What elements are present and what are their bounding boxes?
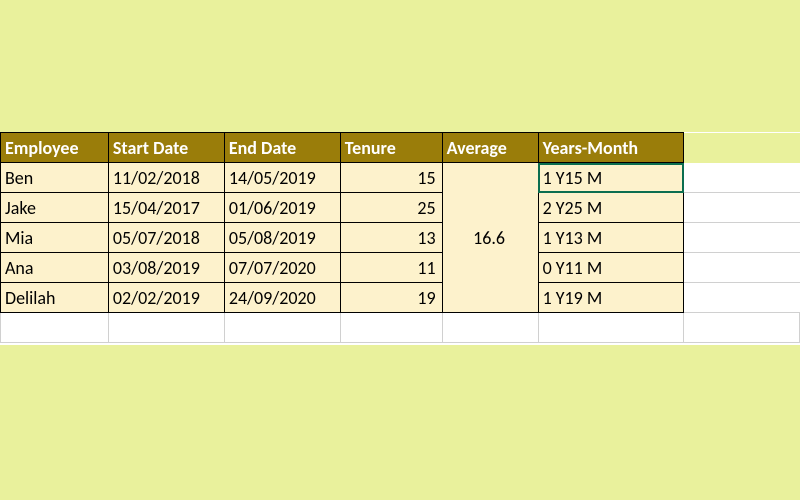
cell-end-date[interactable]: 05/08/2019	[224, 223, 340, 253]
col-header-end-date[interactable]: End Date	[224, 133, 340, 163]
cell-end-date[interactable]: 01/06/2019	[224, 193, 340, 223]
cell-blank[interactable]	[684, 223, 800, 253]
spreadsheet-canvas: Employee Start Date End Date Tenure Aver…	[0, 0, 800, 500]
cell-employee[interactable]: Ana	[1, 253, 109, 283]
cell-employee[interactable]: Jake	[1, 193, 109, 223]
cell-employee[interactable]: Mia	[1, 223, 109, 253]
cell-years-month[interactable]: 1 Y13 M	[538, 223, 684, 253]
cell-blank[interactable]	[108, 313, 224, 343]
cell-start-date[interactable]: 11/02/2018	[108, 163, 224, 193]
cell-blank[interactable]	[684, 283, 800, 313]
cell-average-merged[interactable]: 16.6	[442, 163, 538, 313]
cell-tenure[interactable]: 19	[340, 283, 442, 313]
cell-start-date[interactable]: 03/08/2019	[108, 253, 224, 283]
cell-blank[interactable]	[684, 313, 800, 343]
cell-years-month[interactable]: 1 Y15 M	[538, 163, 684, 193]
col-header-tenure[interactable]: Tenure	[340, 133, 442, 163]
cell-tenure[interactable]: 25	[340, 193, 442, 223]
col-header-start-date[interactable]: Start Date	[108, 133, 224, 163]
header-row: Employee Start Date End Date Tenure Aver…	[1, 133, 800, 163]
background-band-bottom	[0, 345, 800, 500]
cell-blank[interactable]	[684, 163, 800, 193]
cell-end-date[interactable]: 07/07/2020	[224, 253, 340, 283]
background-band-top	[0, 0, 800, 132]
cell-start-date[interactable]: 15/04/2017	[108, 193, 224, 223]
col-header-average[interactable]: Average	[442, 133, 538, 163]
table-row: Ben 11/02/2018 14/05/2019 15 16.6 1 Y15 …	[1, 163, 800, 193]
cell-blank[interactable]	[442, 313, 538, 343]
cell-start-date[interactable]: 02/02/2019	[108, 283, 224, 313]
cell-years-month[interactable]: 0 Y11 M	[538, 253, 684, 283]
col-header-years-month[interactable]: Years-Month	[538, 133, 684, 163]
cell-employee[interactable]: Ben	[1, 163, 109, 193]
table-row: Mia 05/07/2018 05/08/2019 13 1 Y13 M	[1, 223, 800, 253]
cell-years-month[interactable]: 1 Y19 M	[538, 283, 684, 313]
cell-end-date[interactable]: 14/05/2019	[224, 163, 340, 193]
cell-start-date[interactable]: 05/07/2018	[108, 223, 224, 253]
cell-blank[interactable]	[684, 253, 800, 283]
table-region: Employee Start Date End Date Tenure Aver…	[0, 132, 800, 343]
cell-blank[interactable]	[684, 193, 800, 223]
cell-tenure[interactable]: 11	[340, 253, 442, 283]
table-row: Ana 03/08/2019 07/07/2020 11 0 Y11 M	[1, 253, 800, 283]
cell-end-date[interactable]: 24/09/2020	[224, 283, 340, 313]
empty-row	[1, 313, 800, 343]
col-header-blank	[684, 133, 800, 163]
cell-blank[interactable]	[340, 313, 442, 343]
cell-blank[interactable]	[538, 313, 684, 343]
col-header-employee[interactable]: Employee	[1, 133, 109, 163]
cell-tenure[interactable]: 15	[340, 163, 442, 193]
cell-tenure[interactable]: 13	[340, 223, 442, 253]
cell-blank[interactable]	[224, 313, 340, 343]
tenure-table[interactable]: Employee Start Date End Date Tenure Aver…	[0, 132, 800, 343]
table-row: Delilah 02/02/2019 24/09/2020 19 1 Y19 M	[1, 283, 800, 313]
cell-blank[interactable]	[1, 313, 109, 343]
cell-years-month[interactable]: 2 Y25 M	[538, 193, 684, 223]
cell-employee[interactable]: Delilah	[1, 283, 109, 313]
table-row: Jake 15/04/2017 01/06/2019 25 2 Y25 M	[1, 193, 800, 223]
